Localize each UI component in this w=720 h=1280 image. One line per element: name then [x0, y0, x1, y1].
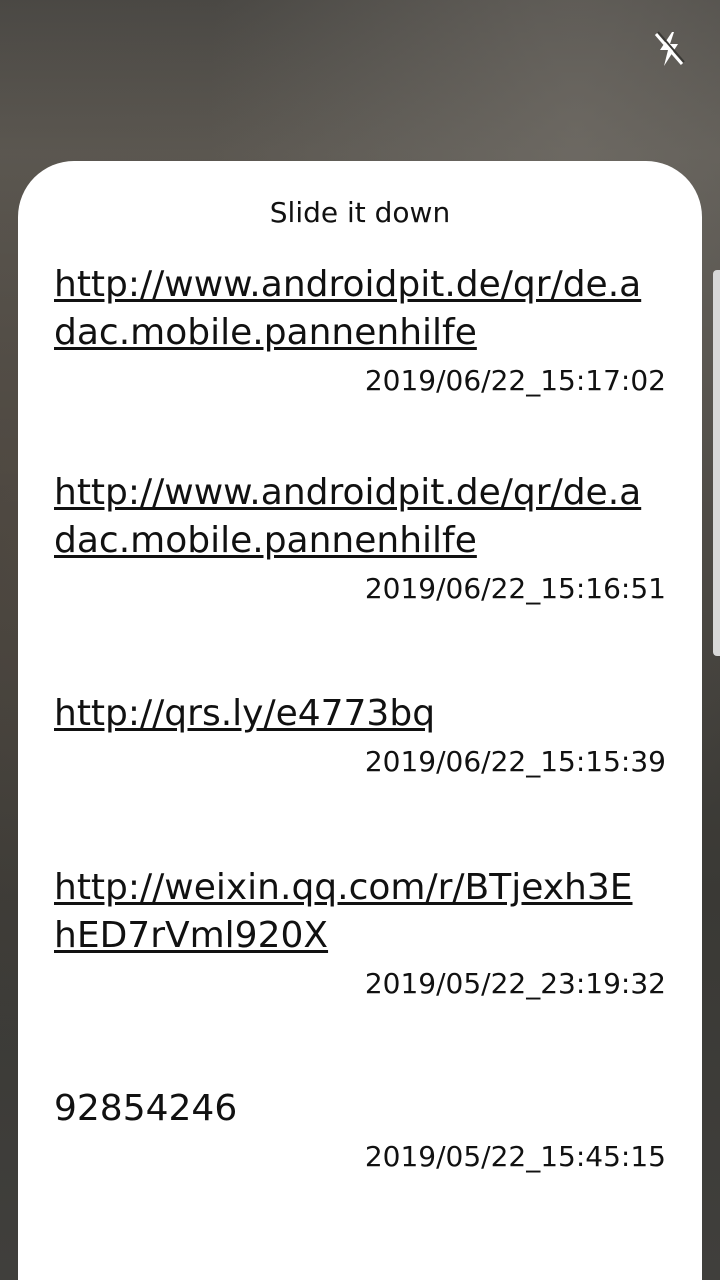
- item-timestamp: 2019/06/22_15:16:51: [364, 572, 666, 605]
- sheet-title: Slide it down: [269, 196, 451, 229]
- item-text[interactable]: http://qrs.ly/e4773bq: [54, 690, 654, 738]
- item-text[interactable]: 92854246: [54, 1085, 654, 1133]
- list-item[interactable]: 92854246 2019/05/22_15:45:15: [18, 1085, 702, 1259]
- item-text[interactable]: http://weixin.qq.com/r/BTjexh3EhED7rVml9…: [54, 864, 654, 960]
- item-timestamp: 2019/05/22_23:19:32: [364, 967, 666, 1000]
- list-item[interactable]: http://www.androidpit.de/qr/de.adac.mobi…: [18, 261, 702, 469]
- flash-off-icon[interactable]: [648, 28, 690, 70]
- item-timestamp: 2019/05/22_15:45:15: [364, 1140, 666, 1173]
- history-sheet: Slide it down http://www.androidpit.de/q…: [18, 161, 702, 1280]
- history-list: http://www.androidpit.de/qr/de.adac.mobi…: [18, 261, 702, 1259]
- list-item[interactable]: http://weixin.qq.com/r/BTjexh3EhED7rVml9…: [18, 864, 702, 1085]
- list-item[interactable]: http://qrs.ly/e4773bq 2019/06/22_15:15:3…: [18, 690, 702, 864]
- item-timestamp: 2019/06/22_15:15:39: [364, 745, 666, 778]
- item-timestamp: 2019/06/22_15:17:02: [364, 364, 666, 397]
- list-item[interactable]: http://www.androidpit.de/qr/de.adac.mobi…: [18, 469, 702, 690]
- scroll-handle[interactable]: [713, 270, 720, 656]
- item-text[interactable]: http://www.androidpit.de/qr/de.adac.mobi…: [54, 469, 654, 565]
- item-text[interactable]: http://www.androidpit.de/qr/de.adac.mobi…: [54, 261, 654, 357]
